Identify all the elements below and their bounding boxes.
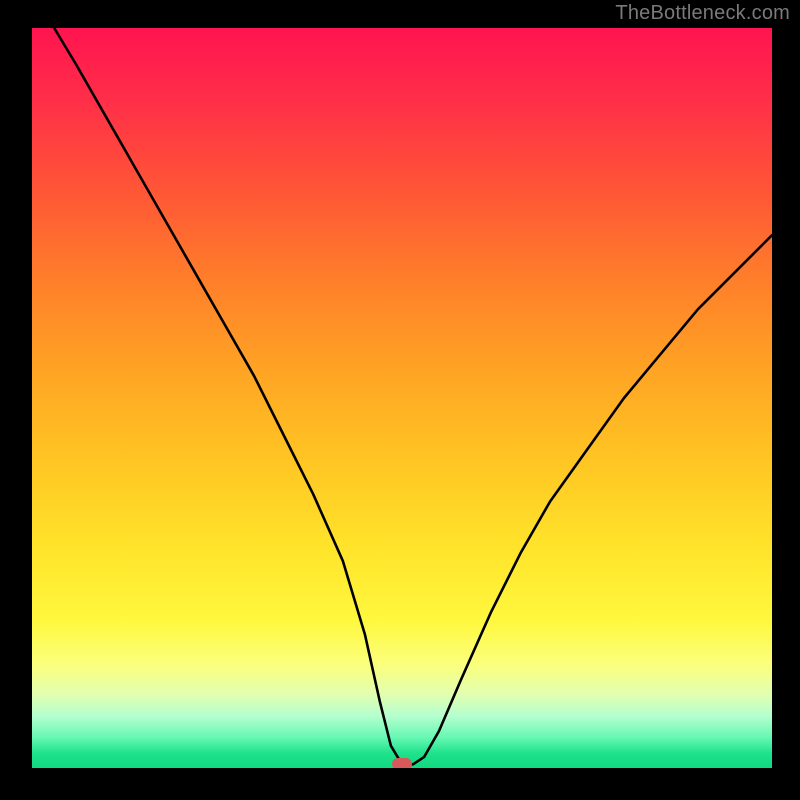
curve-svg [32,28,772,768]
plot-area [32,28,772,768]
chart-frame: TheBottleneck.com [0,0,800,800]
optimal-point-marker [392,758,412,768]
bottleneck-curve-path [32,28,772,764]
watermark-text: TheBottleneck.com [615,2,790,25]
